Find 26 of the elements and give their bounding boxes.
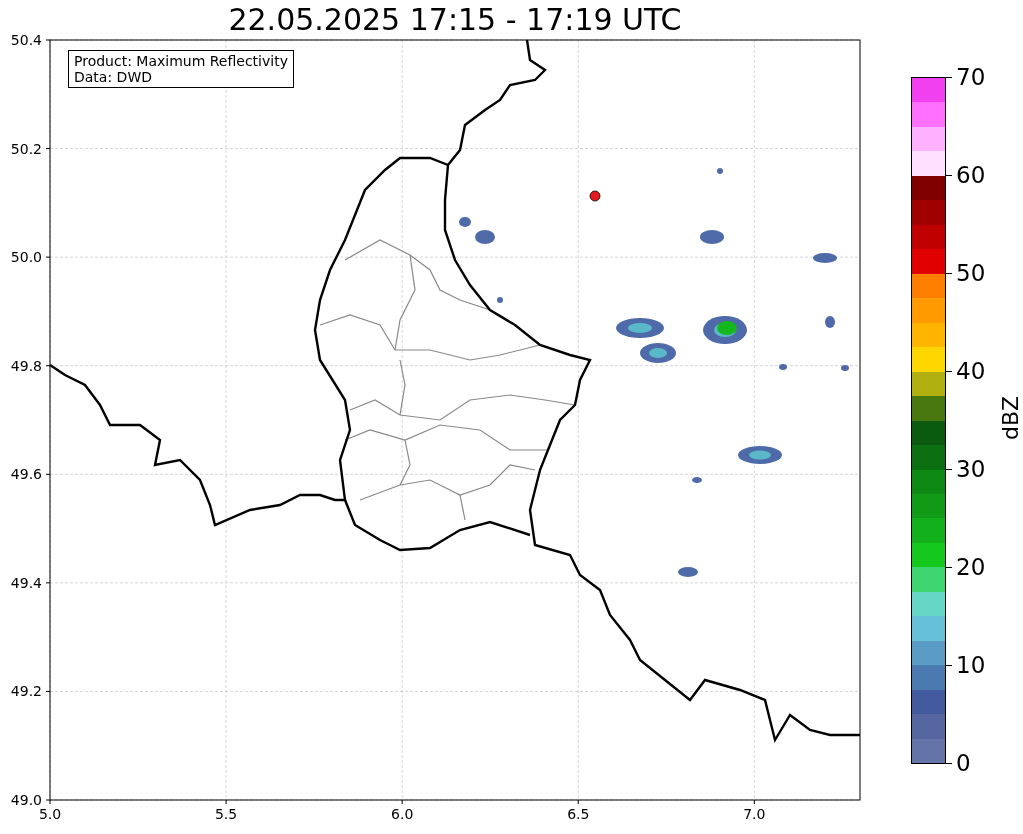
info-text: Product: Maximum Reflectivity xyxy=(74,53,288,69)
y-tick-label: 50.2 xyxy=(10,140,42,157)
colorbar-tick-label: 20 xyxy=(956,555,986,579)
colorbar-label: dBZ xyxy=(1000,395,1023,441)
x-tick-label: 5.5 xyxy=(214,806,238,822)
x-tick-label: 7.0 xyxy=(743,806,766,822)
colorbar-tick-label: 70 xyxy=(956,65,986,89)
y-tick-label: 49.0 xyxy=(10,792,42,808)
y-tick-label: 50.0 xyxy=(10,249,42,266)
colorbar-tick-label: 50 xyxy=(956,261,986,285)
info-text: Data: DWD xyxy=(74,69,153,85)
colorbar-tick-label: 10 xyxy=(956,653,986,677)
y-tick-label: 49.6 xyxy=(10,466,42,483)
y-tick-label: 49.4 xyxy=(10,574,42,591)
colorbar-tick-label: 40 xyxy=(956,359,986,383)
y-tick-label: 49.8 xyxy=(10,357,42,374)
y-tick-label: 50.4 xyxy=(10,32,42,48)
y-tick-label: 49.2 xyxy=(10,683,42,700)
chart-title: 22.05.2025 17:15 - 17:19 UTC xyxy=(228,5,682,35)
location-marker xyxy=(589,190,601,202)
x-tick-label: 6.0 xyxy=(391,806,414,822)
colorbar-tick-label: 60 xyxy=(956,163,986,187)
x-tick-label: 6.5 xyxy=(567,806,590,822)
colorbar-tick-label: 0 xyxy=(956,751,971,775)
x-tick-label: 5.0 xyxy=(38,806,62,822)
colorbar-tick-label: 30 xyxy=(956,457,986,481)
